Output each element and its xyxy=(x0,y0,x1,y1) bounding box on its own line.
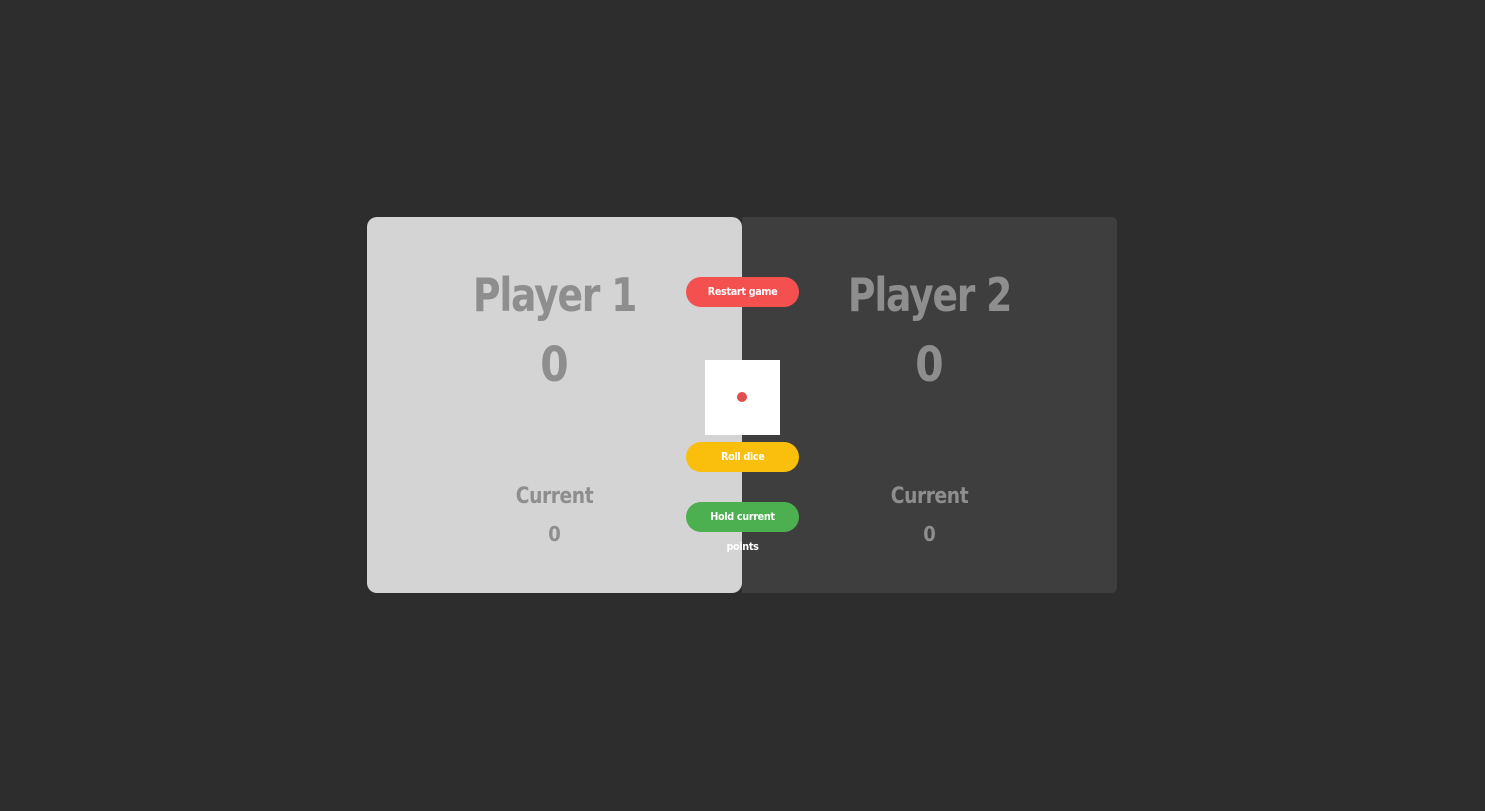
player-2-score: 0 xyxy=(915,337,944,393)
player-1-score: 0 xyxy=(540,337,569,393)
player-2-name: Player 2 xyxy=(847,268,1012,322)
restart-game-button[interactable]: Restart game xyxy=(686,277,799,307)
roll-dice-button[interactable]: Roll dice xyxy=(686,442,799,472)
restart-game-label: Restart game xyxy=(707,285,778,298)
player-2-panel: Player 2 0 Current 0 xyxy=(742,217,1117,593)
hold-points-label: Hold current points xyxy=(710,510,775,553)
player-2-current-label: Current xyxy=(890,484,969,509)
dice xyxy=(705,360,780,435)
roll-dice-label: Roll dice xyxy=(720,450,765,463)
dice-pip xyxy=(737,392,747,402)
player-1-current-score: 0 xyxy=(548,522,561,546)
player-1-name: Player 1 xyxy=(472,268,637,322)
hold-points-button[interactable]: Hold current points xyxy=(686,502,799,553)
player-1-panel: Player 1 0 Current 0 xyxy=(367,217,742,593)
player-1-current-label: Current xyxy=(515,484,594,509)
player-2-current-score: 0 xyxy=(923,522,936,546)
